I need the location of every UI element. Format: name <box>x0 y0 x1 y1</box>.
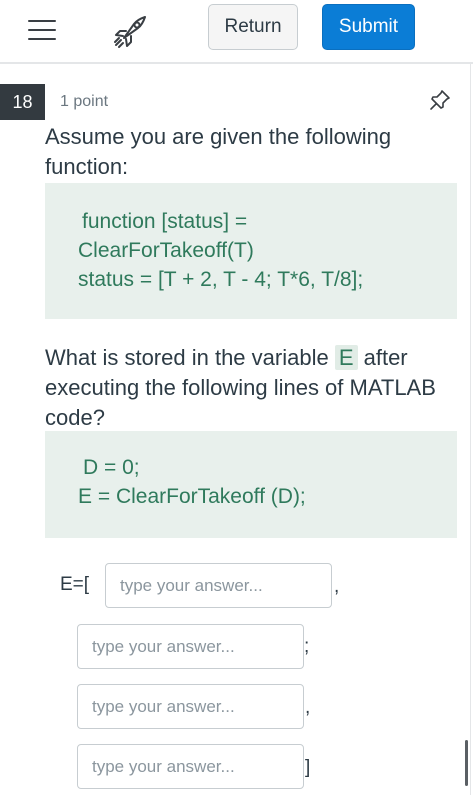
quiz-page: Return Submit 18 1 point Assume you are … <box>0 0 473 795</box>
code-line: E = ClearForTakeoff (D); <box>78 485 306 508</box>
separator-comma: , <box>305 697 311 718</box>
return-button[interactable]: Return <box>208 4 298 50</box>
rocket-icon[interactable] <box>110 12 150 52</box>
question-prompt-2: What is stored in the variable E after e… <box>45 343 460 433</box>
separator-semicolon: ; <box>304 636 310 657</box>
code-line: status = [T + 2, T - 4; T*6, T/8]; <box>78 268 364 291</box>
submit-button[interactable]: Submit <box>322 4 415 50</box>
scrollbar[interactable] <box>465 740 468 786</box>
question-prompt-1: Assume you are given the following funct… <box>45 124 392 179</box>
code-line: function [status] = <box>82 210 248 233</box>
function-code-block: function [status] = ClearForTakeoff(T) s… <box>45 183 457 319</box>
pin-icon[interactable] <box>428 88 452 112</box>
answer-prefix: E=[ <box>60 574 90 595</box>
answer-field-1[interactable] <box>105 563 332 608</box>
prompt-text: What is stored in the variable <box>45 345 335 370</box>
separator-comma: , <box>334 576 340 597</box>
answer-field-3[interactable] <box>77 684 304 729</box>
code-line: ClearForTakeoff(T) <box>78 239 254 262</box>
code-line: D = 0; <box>83 456 140 479</box>
question-number: 18 <box>0 84 45 120</box>
answer-field-4[interactable] <box>77 744 304 789</box>
variable-highlight: E <box>334 345 358 370</box>
content-border <box>470 64 471 795</box>
hamburger-icon[interactable] <box>28 18 58 42</box>
matlab-code-block: D = 0; E = ClearForTakeoff (D); <box>45 431 457 538</box>
top-toolbar: Return Submit <box>0 0 473 64</box>
question-points: 1 point <box>60 93 109 110</box>
answer-field-2[interactable] <box>77 624 304 669</box>
answer-suffix: ] <box>305 757 311 778</box>
